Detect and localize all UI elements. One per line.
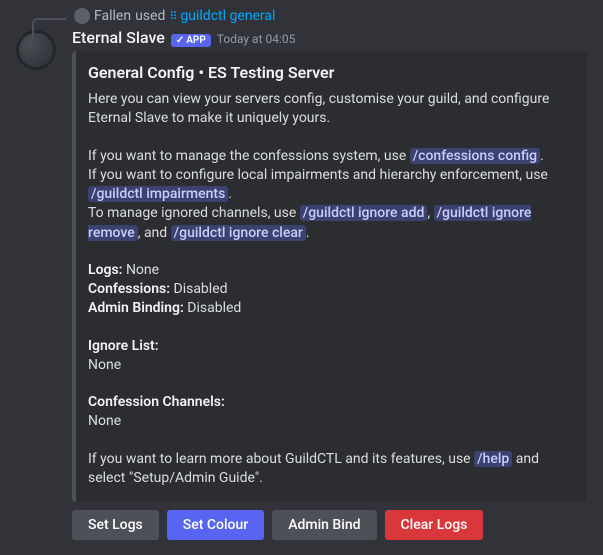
logs-value: None — [122, 262, 159, 278]
sep-comma: , — [427, 205, 433, 221]
reply-username[interactable]: Fallen — [94, 8, 131, 24]
admin-binding-value: Disabled — [184, 300, 242, 316]
intro-text: Here you can view your servers config, c… — [88, 90, 571, 129]
cmd-confessions-config[interactable]: /confessions config — [410, 148, 540, 164]
slash-command-icon: ⠿ — [169, 10, 177, 23]
sep-and: , and — [138, 225, 171, 241]
set-logs-button[interactable]: Set Logs — [72, 510, 159, 540]
reply-context: Fallen used ⠿ guildctl general — [36, 8, 587, 24]
reply-spine — [32, 18, 66, 38]
set-colour-button[interactable]: Set Colour — [167, 510, 264, 540]
confession-channels-value: None — [88, 412, 571, 431]
message-timestamp: Today at 04:05 — [217, 32, 296, 46]
admin-bind-button[interactable]: Admin Bind — [272, 510, 376, 540]
confession-channels-label: Confession Channels: — [88, 393, 571, 412]
app-badge: ✓ APP — [171, 34, 211, 47]
embed: General Config • ES Testing Server Here … — [72, 51, 587, 502]
confessions-value: Disabled — [170, 281, 228, 297]
embed-title: General Config • ES Testing Server — [88, 63, 571, 82]
cmd-guildctl-impairments[interactable]: /guildctl impairments — [88, 186, 228, 202]
button-row: Set Logs Set Colour Admin Bind Clear Log… — [72, 510, 587, 540]
ignore-list-label: Ignore List: — [88, 337, 571, 356]
learn-pre: If you want to learn more about GuildCTL… — [88, 451, 474, 467]
period1: . — [540, 148, 544, 164]
period3: . — [306, 225, 310, 241]
confessions-line-pre: If you want to manage the confessions sy… — [88, 148, 410, 164]
cmd-ignore-add[interactable]: /guildctl ignore add — [300, 205, 428, 221]
period2: . — [228, 186, 232, 202]
cmd-ignore-clear[interactable]: /guildctl ignore clear — [171, 225, 306, 241]
confessions-label: Confessions: — [88, 281, 170, 297]
logs-label: Logs: — [88, 262, 122, 278]
author-username[interactable]: Eternal Slave — [72, 28, 165, 47]
admin-binding-label: Admin Binding: — [88, 300, 184, 316]
ignored-line-pre: To manage ignored channels, use — [88, 205, 300, 221]
reply-used-text: used — [135, 8, 165, 24]
embed-description: Here you can view your servers config, c… — [88, 90, 571, 488]
clear-logs-button[interactable]: Clear Logs — [385, 510, 484, 540]
impairments-line-pre: If you want to configure local impairmen… — [88, 167, 548, 183]
reply-command[interactable]: ⠿ guildctl general — [169, 8, 275, 24]
cmd-help[interactable]: /help — [474, 451, 512, 467]
reply-command-text: guildctl general — [180, 8, 275, 24]
reply-avatar[interactable] — [74, 8, 90, 24]
app-badge-text: APP — [186, 35, 206, 46]
ignore-list-value: None — [88, 356, 571, 375]
check-icon: ✓ — [176, 35, 184, 46]
